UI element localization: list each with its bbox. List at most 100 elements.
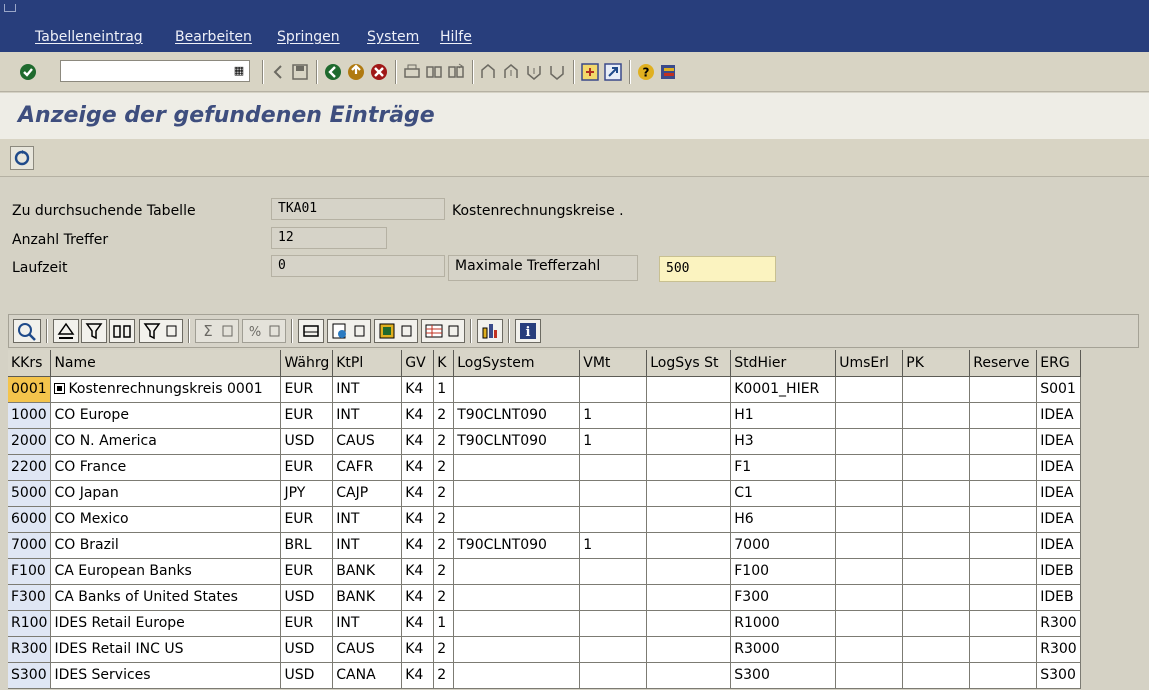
cell-k[interactable]: 1	[433, 610, 455, 637]
cell-logsystem[interactable]	[453, 558, 581, 585]
cell-stdhier[interactable]: S300	[730, 662, 837, 689]
cell-k[interactable]: 2	[433, 636, 455, 663]
cancel-icon[interactable]	[369, 62, 389, 82]
cell-gv[interactable]: K4	[401, 454, 435, 481]
cell-pk[interactable]	[902, 662, 971, 689]
cell-umserl[interactable]	[835, 558, 904, 585]
table-row[interactable]: R300 IDES Retail INC US USD CAUS K4 2 R3000 R30…	[8, 636, 1081, 663]
cell-pk[interactable]	[902, 402, 971, 429]
cell-umserl[interactable]	[835, 376, 904, 403]
cell-kkrs[interactable]: 2200	[8, 454, 52, 481]
cell-logsys-st[interactable]	[646, 402, 732, 429]
refresh-button[interactable]	[10, 146, 34, 170]
command-field[interactable]: ▦	[60, 60, 250, 82]
cell-logsys-st[interactable]	[646, 662, 732, 689]
last-page-icon[interactable]	[547, 62, 567, 82]
table-row[interactable]: S300 IDES Services USD CANA K4 2 S300 S300	[8, 662, 1081, 689]
sort-descending-button[interactable]	[81, 319, 107, 343]
table-row[interactable]: R100 IDES Retail Europe EUR INT K4 1 R1000 R300	[8, 610, 1081, 637]
cell-kkrs[interactable]: 6000	[8, 506, 52, 533]
cell-name[interactable]: IDES Services	[50, 662, 282, 689]
cell-name[interactable]: CA European Banks	[50, 558, 282, 585]
cell-kkrs[interactable]: R300	[8, 636, 52, 663]
cell-logsys-st[interactable]	[646, 376, 732, 403]
cell-name[interactable]: IDES Retail Europe	[50, 610, 282, 637]
cell-logsys-st[interactable]	[646, 428, 732, 455]
cell-reserve[interactable]	[969, 636, 1038, 663]
table-row[interactable]: 2000 CO N. America USD CAUS K4 2 T90CLNT090 1 H3…	[8, 428, 1081, 455]
cell-logsys-st[interactable]	[646, 584, 732, 611]
cell-logsystem[interactable]	[453, 506, 581, 533]
cell-erg[interactable]: IDEA	[1036, 428, 1081, 455]
cell-erg[interactable]: IDEB	[1036, 584, 1081, 611]
cell-pk[interactable]	[902, 454, 971, 481]
cell-vmt[interactable]	[579, 610, 648, 637]
create-session-icon[interactable]	[580, 62, 600, 82]
cell-vmt[interactable]	[579, 376, 648, 403]
menu-system[interactable]: System	[367, 29, 419, 45]
cell-name[interactable]: IDES Retail INC US	[50, 636, 282, 663]
cell-ktpl[interactable]: CAJP	[332, 480, 403, 507]
cell-stdhier[interactable]: K0001_HIER	[730, 376, 837, 403]
cell-reserve[interactable]	[969, 610, 1038, 637]
menu-springen[interactable]: Springen	[277, 29, 340, 45]
cell-ktpl[interactable]: INT	[332, 610, 403, 637]
cell-gv[interactable]: K4	[401, 480, 435, 507]
cell-k[interactable]: 2	[433, 402, 455, 429]
cell-stdhier[interactable]: R3000	[730, 636, 837, 663]
cell-vmt[interactable]	[579, 662, 648, 689]
column-header-logsystem[interactable]: LogSystem	[453, 350, 581, 377]
cell-w-hrg[interactable]: USD	[280, 428, 334, 455]
cell-ktpl[interactable]: INT	[332, 532, 403, 559]
cell-erg[interactable]: IDEA	[1036, 532, 1081, 559]
cell-umserl[interactable]	[835, 480, 904, 507]
max-hits-input[interactable]: 500	[659, 256, 776, 282]
cell-umserl[interactable]	[835, 610, 904, 637]
cell-erg[interactable]: R300	[1036, 610, 1081, 637]
cell-pk[interactable]	[902, 532, 971, 559]
cell-name[interactable]: CO France	[50, 454, 282, 481]
cell-ktpl[interactable]: BANK	[332, 584, 403, 611]
cell-logsys-st[interactable]	[646, 532, 732, 559]
cell-k[interactable]: 2	[433, 480, 455, 507]
cell-kkrs[interactable]: S300	[8, 662, 52, 689]
cell-ktpl[interactable]: INT	[332, 506, 403, 533]
cell-erg[interactable]: IDEA	[1036, 506, 1081, 533]
cell-erg[interactable]: IDEA	[1036, 480, 1081, 507]
cell-logsys-st[interactable]	[646, 454, 732, 481]
cell-stdhier[interactable]: R1000	[730, 610, 837, 637]
column-header-w-hrg[interactable]: Währg	[280, 350, 334, 377]
print-icon[interactable]	[402, 62, 422, 82]
cell-name[interactable]: CO Mexico	[50, 506, 282, 533]
menu-bearbeiten[interactable]: Bearbeiten	[175, 29, 252, 45]
next-page-icon[interactable]	[524, 62, 544, 82]
column-header-kkrs[interactable]: KKrs	[8, 350, 52, 377]
cell-erg[interactable]: S001	[1036, 376, 1081, 403]
nav-left-icon[interactable]	[268, 62, 288, 82]
cell-name[interactable]: Kostenrechnungskreis 0001	[50, 376, 282, 403]
sort-ascending-button[interactable]	[53, 319, 79, 343]
cell-vmt[interactable]: 1	[579, 402, 648, 429]
cell-kkrs[interactable]: 7000	[8, 532, 52, 559]
cell-vmt[interactable]	[579, 558, 648, 585]
cell-logsystem[interactable]: T90CLNT090	[453, 402, 581, 429]
cell-logsystem[interactable]	[453, 610, 581, 637]
cell-k[interactable]: 2	[433, 454, 455, 481]
cell-reserve[interactable]	[969, 376, 1038, 403]
column-header-k[interactable]: K	[433, 350, 455, 377]
menu-tabelleneintrag[interactable]: Tabelleneintrag	[35, 29, 143, 45]
total-button[interactable]: Σ	[195, 319, 239, 343]
cell-logsystem[interactable]	[453, 454, 581, 481]
column-header-vmt[interactable]: VMt	[579, 350, 648, 377]
cell-vmt[interactable]	[579, 480, 648, 507]
cell-reserve[interactable]	[969, 506, 1038, 533]
cell-pk[interactable]	[902, 610, 971, 637]
cell-umserl[interactable]	[835, 428, 904, 455]
column-header-gv[interactable]: GV	[401, 350, 435, 377]
cell-logsystem[interactable]	[453, 636, 581, 663]
graphic-button[interactable]	[477, 319, 503, 343]
details-button[interactable]	[13, 319, 41, 343]
cell-gv[interactable]: K4	[401, 506, 435, 533]
cell-logsystem[interactable]	[453, 662, 581, 689]
cell-w-hrg[interactable]: EUR	[280, 610, 334, 637]
